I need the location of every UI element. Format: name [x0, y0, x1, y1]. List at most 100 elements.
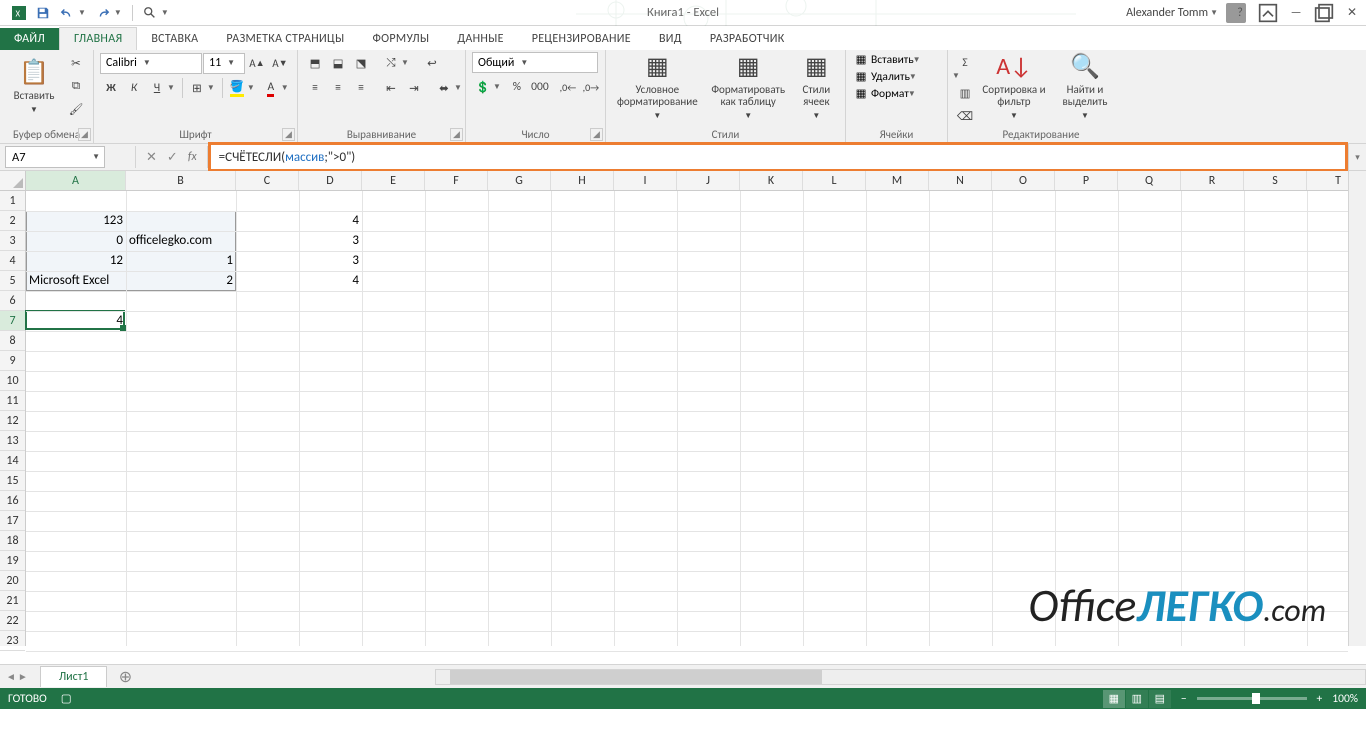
formula-bar[interactable]: =СЧЁТЕСЛИ(массив;">0") — [208, 142, 1348, 172]
undo-icon[interactable] — [56, 3, 78, 23]
bold-button[interactable]: Ж — [100, 77, 122, 99]
col-header-F[interactable]: F — [425, 171, 488, 190]
align-bottom-icon[interactable]: ⬔ — [350, 52, 372, 74]
merge-icon[interactable]: ⬌ — [433, 77, 455, 99]
row-header-14[interactable]: 14 — [0, 451, 25, 471]
cell-A4[interactable]: 12 — [26, 251, 126, 271]
grow-font-icon[interactable]: A▲ — [246, 52, 268, 74]
row-header-12[interactable]: 12 — [0, 411, 25, 431]
close-icon[interactable]: ✕ — [1342, 3, 1362, 23]
ribbon-options-icon[interactable] — [1258, 3, 1278, 23]
delete-cells-button[interactable]: ▦Удалить ▼ — [852, 69, 925, 84]
wrap-text-icon[interactable]: ↩ — [421, 52, 443, 74]
tab-review[interactable]: РЕЦЕНЗИРОВАНИЕ — [518, 28, 645, 50]
row-header-2[interactable]: 2 — [0, 211, 25, 231]
tab-home[interactable]: ГЛАВНАЯ — [59, 27, 137, 50]
col-header-D[interactable]: D — [299, 171, 362, 190]
help-icon[interactable]: ? — [1230, 3, 1250, 23]
cell-D5[interactable]: 4 — [299, 271, 362, 291]
zoom-in-icon[interactable]: + — [1317, 692, 1323, 706]
sheet-prev-icon[interactable]: ◄ — [6, 670, 16, 683]
orientation-icon[interactable]: ⤭ — [380, 52, 402, 74]
redo-dropdown-icon[interactable]: ▼ — [114, 8, 122, 18]
font-launcher-icon[interactable]: ◢ — [282, 128, 295, 141]
cell-A3[interactable]: 0 — [26, 231, 126, 251]
user-name[interactable]: Alexander Tomm — [1126, 6, 1208, 20]
row-header-7[interactable]: 7 — [0, 311, 25, 331]
row-header-23[interactable]: 23 — [0, 631, 25, 651]
enter-formula-icon[interactable]: ✓ — [167, 150, 178, 165]
align-top-icon[interactable]: ⬒ — [304, 52, 326, 74]
select-all-corner[interactable] — [0, 171, 26, 191]
percent-icon[interactable]: % — [506, 76, 528, 98]
cell-A7[interactable]: 4 — [26, 311, 126, 331]
accounting-icon[interactable]: 💲 — [472, 76, 494, 98]
cell-B5[interactable]: 2 — [126, 271, 236, 291]
font-color-icon[interactable]: A — [260, 77, 282, 99]
col-header-B[interactable]: B — [126, 171, 236, 190]
underline-button[interactable]: Ч — [146, 77, 168, 99]
cell-A5[interactable]: Microsoft Excel — [26, 271, 126, 291]
clear-icon[interactable]: ⌫ — [954, 105, 976, 127]
cell-B2[interactable] — [126, 211, 236, 231]
row-header-13[interactable]: 13 — [0, 431, 25, 451]
font-size-combo[interactable]: 11▼ — [203, 53, 245, 74]
view-layout-icon[interactable]: ▥ — [1126, 690, 1148, 708]
sheet-next-icon[interactable]: ► — [18, 670, 28, 683]
horizontal-scrollbar[interactable] — [435, 669, 1366, 685]
tab-formulas[interactable]: ФОРМУЛЫ — [358, 28, 443, 50]
minimize-icon[interactable]: — — [1286, 3, 1306, 23]
italic-button[interactable]: К — [123, 77, 145, 99]
col-header-K[interactable]: K — [740, 171, 803, 190]
col-header-A[interactable]: A — [26, 171, 126, 190]
zoom-out-icon[interactable]: − — [1181, 692, 1187, 706]
col-header-O[interactable]: O — [992, 171, 1055, 190]
col-header-I[interactable]: I — [614, 171, 677, 190]
view-break-icon[interactable]: ▤ — [1149, 690, 1171, 708]
format-table-button[interactable]: ▦Форматировать как таблицу▼ — [706, 52, 791, 122]
row-header-8[interactable]: 8 — [0, 331, 25, 351]
col-header-S[interactable]: S — [1244, 171, 1307, 190]
macro-record-icon[interactable]: ▢ — [61, 691, 72, 706]
row-header-6[interactable]: 6 — [0, 291, 25, 311]
col-header-H[interactable]: H — [551, 171, 614, 190]
redo-icon[interactable] — [92, 3, 114, 23]
add-sheet-icon[interactable]: ⊕ — [115, 667, 135, 687]
col-header-Q[interactable]: Q — [1118, 171, 1181, 190]
expand-formula-icon[interactable]: ▾ — [1348, 144, 1366, 170]
cell-D2[interactable]: 4 — [299, 211, 362, 231]
cancel-formula-icon[interactable]: ✕ — [146, 150, 157, 165]
row-header-18[interactable]: 18 — [0, 531, 25, 551]
undo-dropdown-icon[interactable]: ▼ — [78, 8, 86, 18]
tab-data[interactable]: ДАННЫЕ — [443, 28, 517, 50]
tab-view[interactable]: ВИД — [645, 28, 696, 50]
print-preview-icon[interactable] — [139, 3, 161, 23]
row-header-1[interactable]: 1 — [0, 191, 25, 211]
sheet-tab[interactable]: Лист1 — [40, 666, 108, 687]
row-header-11[interactable]: 11 — [0, 391, 25, 411]
find-select-button[interactable]: 🔍Найти и выделить▼ — [1052, 52, 1118, 122]
borders-icon[interactable]: ⊞ — [186, 77, 208, 99]
tab-developer[interactable]: РАЗРАБОТЧИК — [696, 28, 799, 50]
format-cells-button[interactable]: ▦Формат ▼ — [852, 86, 925, 101]
cell-B4[interactable]: 1 — [126, 251, 236, 271]
paste-button[interactable]: 📋 Вставить ▼ — [6, 52, 62, 122]
zoom-slider[interactable] — [1197, 697, 1307, 700]
tab-page-layout[interactable]: РАЗМЕТКА СТРАНИЦЫ — [212, 28, 358, 50]
align-left-icon[interactable]: ≡ — [304, 77, 326, 99]
row-header-20[interactable]: 20 — [0, 571, 25, 591]
font-name-combo[interactable]: Calibri▼ — [100, 53, 202, 74]
cell-D4[interactable]: 3 — [299, 251, 362, 271]
maximize-icon[interactable] — [1314, 3, 1334, 23]
number-launcher-icon[interactable]: ◢ — [590, 128, 603, 141]
vertical-scrollbar[interactable] — [1348, 171, 1366, 646]
col-header-N[interactable]: N — [929, 171, 992, 190]
row-header-21[interactable]: 21 — [0, 591, 25, 611]
row-header-3[interactable]: 3 — [0, 231, 25, 251]
fill-icon[interactable]: ▥ — [954, 82, 976, 104]
col-header-J[interactable]: J — [677, 171, 740, 190]
qat-customize-icon[interactable]: ▼ — [161, 8, 169, 18]
clipboard-launcher-icon[interactable]: ◢ — [78, 128, 91, 141]
align-launcher-icon[interactable]: ◢ — [450, 128, 463, 141]
sort-filter-button[interactable]: A↓Сортировка и фильтр▼ — [979, 52, 1049, 122]
